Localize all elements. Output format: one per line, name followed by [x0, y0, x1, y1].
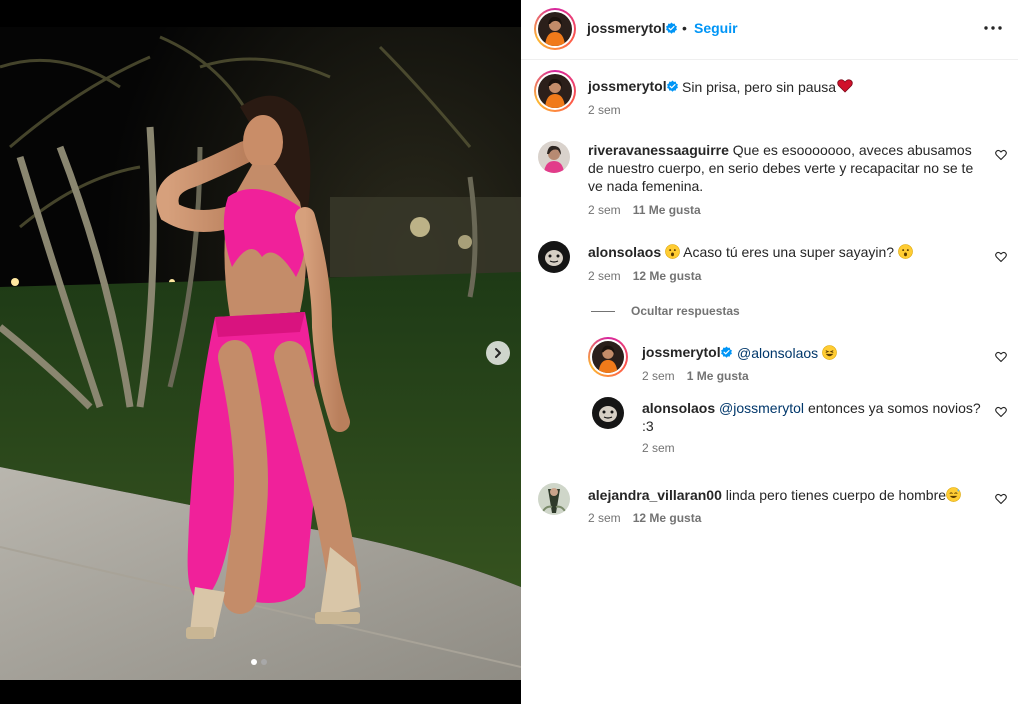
chevron-right-icon	[495, 348, 501, 358]
comment-likes[interactable]: 11 Me gusta	[633, 203, 701, 217]
post-media	[0, 0, 521, 704]
like-heart-icon[interactable]	[995, 149, 1007, 161]
next-slide-button[interactable]	[486, 341, 510, 365]
reply-author-avatar[interactable]	[588, 337, 628, 377]
commenter-avatar[interactable]	[538, 483, 570, 515]
comment-username[interactable]: alejandra_villaran00	[588, 487, 722, 503]
avatar-image	[538, 483, 570, 515]
avatar-image	[592, 397, 624, 429]
comment-meta: 2 sem 12 Me gusta	[588, 511, 701, 525]
reply-meta: 2 sem	[642, 441, 675, 455]
header-separator: •	[682, 20, 687, 36]
post-side-panel: jossmerytol • Seguir jossmerytol Sin pri…	[521, 0, 1018, 704]
photo-illustration	[0, 27, 521, 680]
astonished-emoji-icon	[665, 244, 680, 259]
sweat-smile-emoji-icon	[946, 487, 961, 502]
reply-username[interactable]: alonsolaos	[642, 400, 715, 416]
carousel-dot-active	[251, 659, 257, 665]
avatar-image	[538, 74, 572, 108]
comment-body: alejandra_villaran00 linda pero tienes c…	[588, 486, 978, 504]
comment-time: 2 sem	[588, 269, 621, 283]
like-heart-icon[interactable]	[995, 351, 1007, 363]
like-heart-icon[interactable]	[995, 251, 1007, 263]
caption-text: Sin prisa, pero sin pausa	[682, 79, 837, 95]
avatar-image	[538, 141, 570, 173]
reply-time: 2 sem	[642, 441, 675, 455]
reply-meta: 2 sem 1 Me gusta	[642, 369, 749, 383]
more-horizontal-icon	[984, 26, 1002, 30]
post-photo	[0, 27, 521, 680]
avatar-image	[592, 341, 624, 373]
comment-likes[interactable]: 12 Me gusta	[633, 269, 702, 283]
reply-username[interactable]: jossmerytol	[642, 344, 721, 360]
caption-author-avatar[interactable]	[534, 70, 576, 112]
comment-body: alonsolaos Acaso tú eres una super sayay…	[588, 243, 978, 261]
caption-username[interactable]: jossmerytol	[588, 78, 667, 94]
verified-badge-icon	[667, 80, 678, 92]
heart-emoji-icon	[837, 79, 853, 93]
verified-badge-icon	[666, 22, 677, 34]
reply-time: 2 sem	[642, 369, 675, 383]
like-heart-icon[interactable]	[995, 493, 1007, 505]
more-options-button[interactable]	[983, 18, 1003, 38]
comment-text: Acaso tú eres una super sayayin?	[683, 244, 895, 260]
verified-badge-icon	[721, 346, 732, 358]
reply-mention[interactable]: @alonsolaos	[737, 345, 818, 361]
comment-time: 2 sem	[588, 203, 621, 217]
comment-meta: 2 sem 11 Me gusta	[588, 203, 701, 217]
comment-text: linda pero tienes cuerpo de hombre	[725, 487, 947, 503]
comment-time: 2 sem	[588, 511, 621, 525]
reply-author-avatar[interactable]	[592, 397, 624, 429]
comment-meta: 2 sem 12 Me gusta	[588, 269, 701, 283]
astonished-emoji-icon	[898, 244, 913, 259]
comment-likes[interactable]: 12 Me gusta	[633, 511, 702, 525]
carousel-dot	[261, 659, 267, 665]
comment-username[interactable]: riveravanessaaguirre	[588, 142, 729, 158]
author-avatar[interactable]	[534, 8, 576, 50]
reply-mention[interactable]: @jossmerytol	[719, 400, 804, 416]
post-header: jossmerytol • Seguir	[521, 0, 1018, 60]
like-heart-icon[interactable]	[995, 406, 1007, 418]
reply-body: alonsolaos @jossmerytol entonces ya somo…	[642, 399, 982, 435]
reply-body: @alonsolaos	[737, 344, 837, 362]
carousel-indicator	[251, 659, 267, 665]
commenter-avatar[interactable]	[538, 141, 570, 173]
commenter-avatar[interactable]	[538, 241, 570, 273]
caption-time: 2 sem	[588, 103, 621, 117]
avatar-image	[538, 12, 572, 46]
follow-button[interactable]: Seguir	[694, 20, 738, 36]
divider-line	[591, 310, 615, 312]
hide-replies-button[interactable]: Ocultar respuestas	[591, 304, 740, 318]
hide-replies-label: Ocultar respuestas	[631, 304, 740, 318]
comment-body: riveravanessaaguirre Que es esooooooo, a…	[588, 141, 978, 195]
avatar-image	[538, 241, 570, 273]
comment-username[interactable]: alonsolaos	[588, 244, 661, 260]
reply-likes[interactable]: 1 Me gusta	[687, 369, 749, 383]
laughing-emoji-icon	[822, 345, 837, 360]
header-username[interactable]: jossmerytol	[587, 20, 666, 36]
